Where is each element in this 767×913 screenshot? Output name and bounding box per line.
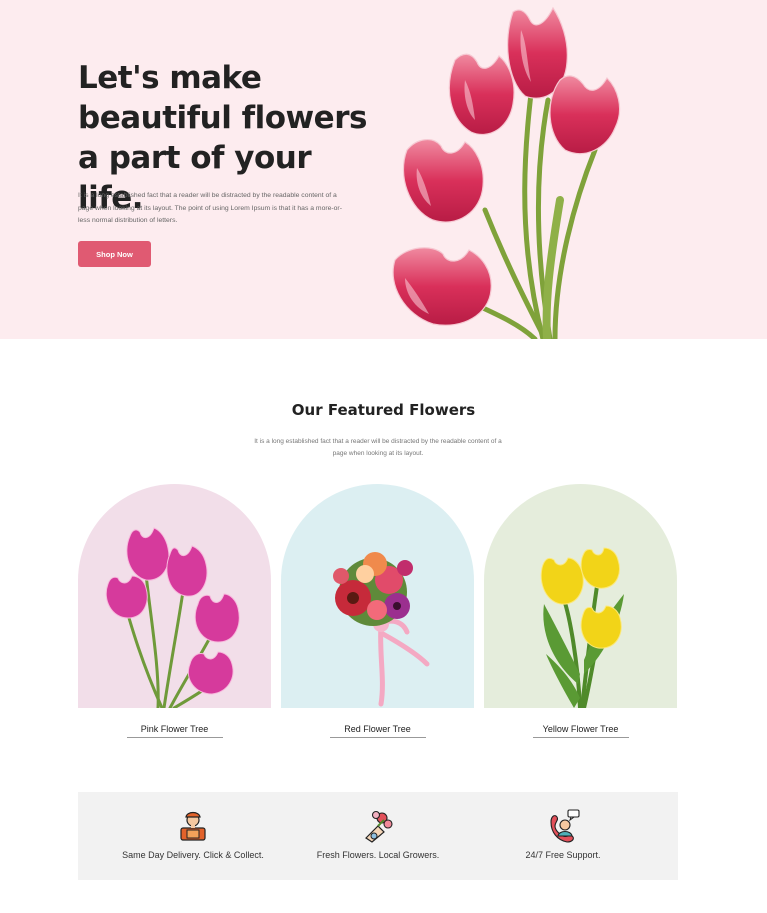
- product-label-red[interactable]: Red Flower Tree: [329, 724, 426, 738]
- product-card-red[interactable]: Red Flower Tree: [281, 484, 474, 738]
- support-agent-icon: [550, 809, 580, 843]
- product-image-yellow[interactable]: [484, 484, 677, 708]
- feature-delivery: Same Day Delivery. Click & Collect.: [93, 792, 293, 880]
- feature-fresh-label: Fresh Flowers. Local Growers.: [316, 850, 440, 860]
- product-card-yellow[interactable]: Yellow Flower Tree: [484, 484, 677, 738]
- product-label-pink[interactable]: Pink Flower Tree: [126, 724, 223, 738]
- feature-support-label: 24/7 Free Support.: [525, 850, 601, 860]
- red-tulips-image: [392, 6, 621, 339]
- feature-fresh: Fresh Flowers. Local Growers.: [278, 792, 478, 880]
- hero-description: It is a long established fact that a rea…: [78, 192, 342, 224]
- delivery-person-icon: [180, 811, 206, 841]
- features-bar: Same Day Delivery. Click & Collect. Fres…: [78, 792, 678, 880]
- yellow-tulips-image: [540, 547, 624, 708]
- flower-bouquet-icon: [365, 810, 393, 843]
- featured-description: It is a long established fact that a rea…: [254, 438, 502, 457]
- shop-now-button[interactable]: Shop Now: [78, 241, 151, 267]
- red-bouquet-image: [333, 552, 430, 707]
- featured-title: Our Featured Flowers: [291, 401, 476, 419]
- product-image-pink[interactable]: [78, 484, 271, 708]
- product-card-pink[interactable]: Pink Flower Tree: [78, 484, 271, 738]
- hero-section: Let's make beautiful flowers a part of y…: [0, 0, 767, 339]
- product-image-red[interactable]: [281, 484, 474, 708]
- pink-tulips-image: [105, 527, 240, 708]
- feature-support: 24/7 Free Support.: [463, 792, 663, 880]
- product-label-yellow[interactable]: Yellow Flower Tree: [532, 724, 629, 738]
- feature-delivery-label: Same Day Delivery. Click & Collect.: [122, 850, 264, 860]
